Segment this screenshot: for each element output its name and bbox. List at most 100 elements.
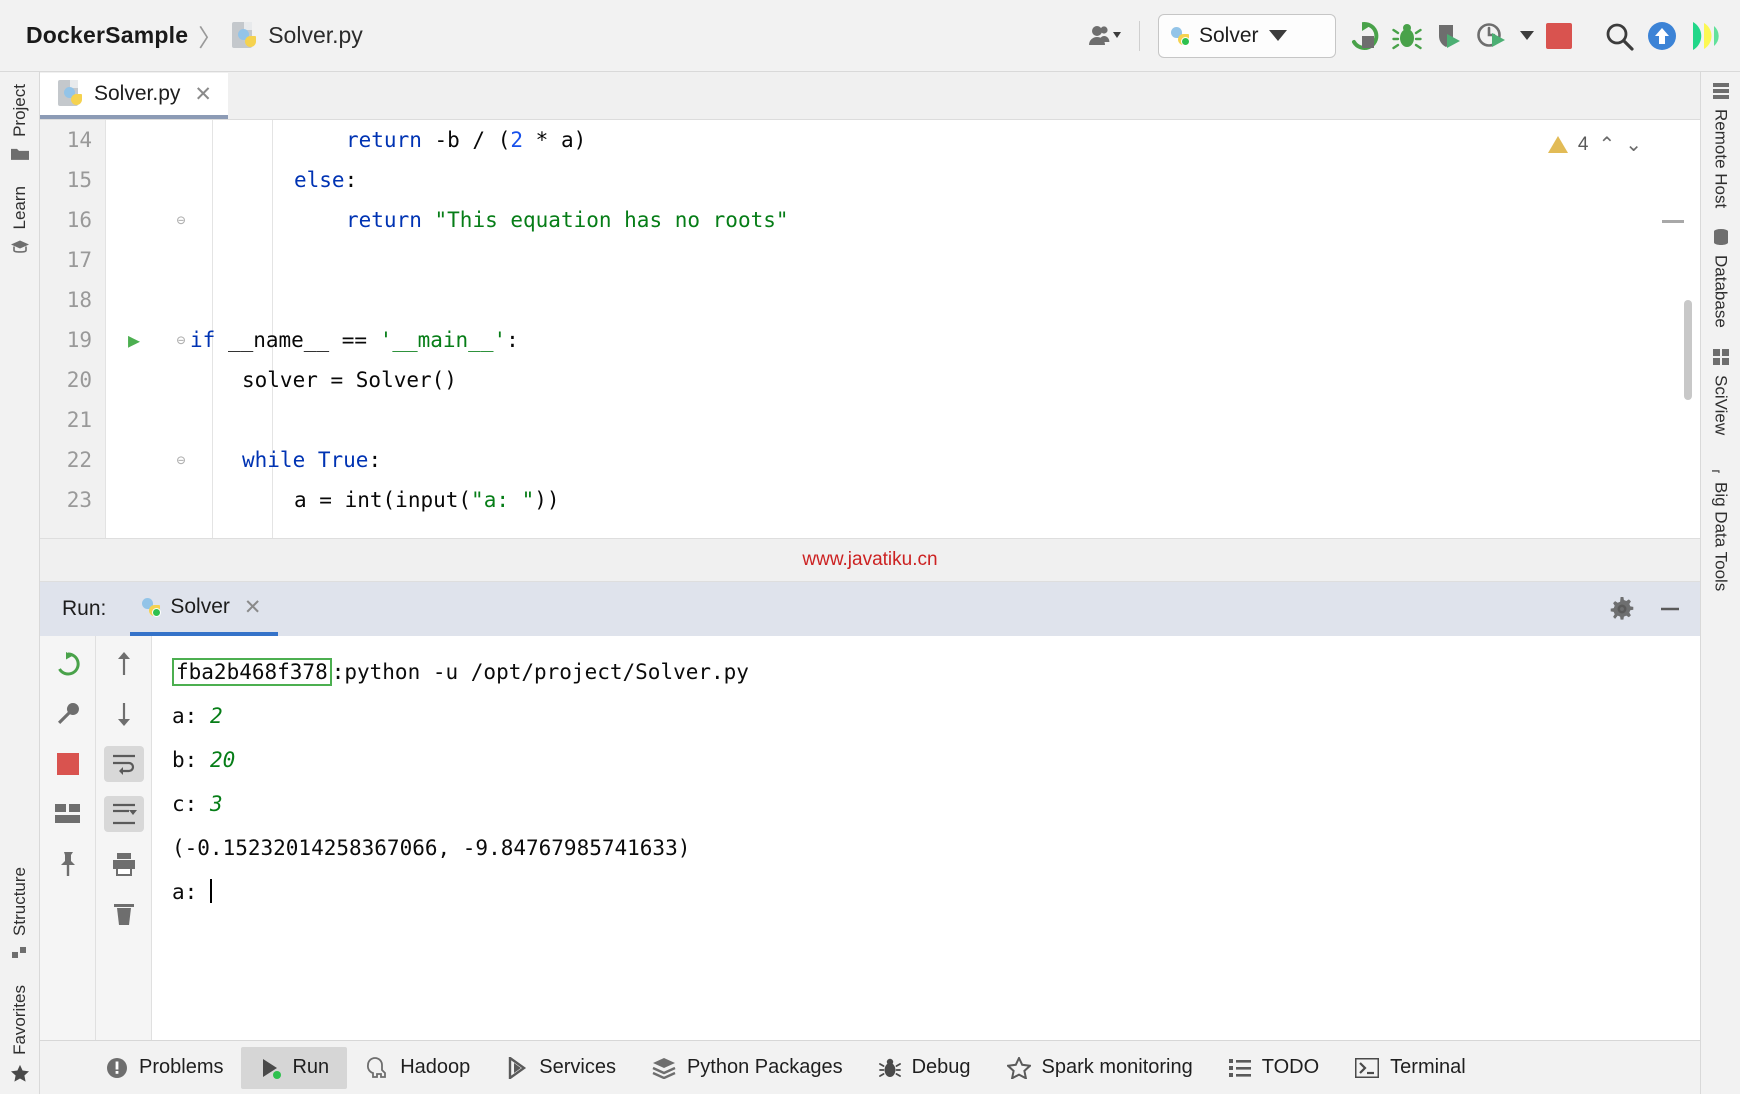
editor-tab-label: Solver.py [94, 82, 180, 106]
print-button[interactable] [104, 846, 144, 882]
chevron-up-icon[interactable]: ⌃ [1598, 132, 1615, 157]
down-stack-button[interactable] [104, 696, 144, 732]
run-settings-button[interactable] [1608, 595, 1636, 623]
close-icon[interactable]: ✕ [240, 595, 266, 620]
code-line[interactable]: 17 [40, 240, 1700, 280]
minimize-button[interactable] [1656, 595, 1684, 623]
editor-tab-strip: Solver.py ✕ [40, 72, 1700, 120]
update-project-button[interactable] [1646, 20, 1678, 52]
sidebar-item-database[interactable]: Database [1711, 228, 1731, 328]
chevron-down-icon[interactable] [1269, 30, 1287, 41]
settings-wrench-button[interactable] [48, 696, 88, 732]
bottom-tab-todo[interactable]: TODO [1211, 1047, 1337, 1089]
rerun-arrow-icon [55, 651, 81, 677]
editor-tab-solver[interactable]: Solver.py ✕ [40, 73, 228, 119]
up-stack-button[interactable] [104, 646, 144, 682]
bottom-tab-run[interactable]: Run [241, 1047, 347, 1089]
stop-button[interactable] [48, 746, 88, 782]
debug-button[interactable] [1392, 21, 1422, 51]
sidebar-item-favorites[interactable]: Favorites [10, 981, 30, 1086]
pin-button[interactable] [48, 846, 88, 882]
run-toolbar-right [96, 636, 152, 1040]
inspection-count: 4 [1578, 134, 1589, 156]
breadcrumb-project[interactable]: DockerSample [26, 22, 188, 49]
bottom-tab-problems[interactable]: Problems [88, 1047, 241, 1089]
bottom-tab-spark-monitoring[interactable]: Spark monitoring [989, 1047, 1211, 1089]
code-line[interactable]: 14return -b / (2 * a) [40, 120, 1700, 160]
layout-button[interactable] [48, 796, 88, 832]
run-tab-solver[interactable]: Solver ✕ [130, 582, 277, 636]
stop-button[interactable] [1546, 23, 1572, 49]
run-console-output[interactable]: fba2b468f378:python -u /opt/project/Solv… [152, 636, 1700, 1040]
bottom-tab-services[interactable]: Services [488, 1047, 634, 1089]
console-active-prompt[interactable]: a: [172, 870, 1700, 914]
inspection-widget[interactable]: 4 ⌃ ⌄ [1548, 132, 1642, 157]
soft-wrap-button[interactable] [104, 746, 144, 782]
right-tool-rail: Remote Host Database SciView D Big Data … [1700, 72, 1740, 1094]
sidebar-item-remote-host[interactable]: Remote Host [1711, 82, 1731, 208]
code-editor[interactable]: 14return -b / (2 * a)15else:16⊖return "T… [40, 120, 1700, 538]
run-with-coverage-button[interactable] [1434, 21, 1464, 51]
breadcrumb-separator: 〉 [198, 18, 222, 53]
user-account-icon[interactable] [1087, 23, 1121, 49]
code-text: else: [190, 160, 357, 200]
rerun-button[interactable] [48, 646, 88, 682]
pin-icon [56, 851, 80, 877]
database-icon [1712, 228, 1730, 246]
code-line[interactable]: 20 solver = Solver() [40, 360, 1700, 400]
code-text: if __name__ == '__main__': [190, 320, 519, 360]
fold-marker-icon[interactable]: ⊖ [172, 320, 190, 360]
sidebar-item-structure[interactable]: Structure [10, 863, 30, 965]
code-line[interactable]: 16⊖return "This equation has no roots" [40, 200, 1700, 240]
breadcrumb-file[interactable]: Solver.py [268, 22, 363, 49]
star-outline-icon [1007, 1057, 1031, 1079]
profile-dropdown[interactable] [1520, 31, 1534, 40]
line-number: 19 [40, 320, 106, 360]
bottom-tab-python-packages[interactable]: Python Packages [634, 1047, 861, 1089]
code-line[interactable]: 18 [40, 280, 1700, 320]
fold-marker-icon[interactable]: ⊖ [172, 440, 190, 480]
code-line[interactable]: 15else: [40, 160, 1700, 200]
code-line[interactable]: 23a = int(input("a: ")) [40, 480, 1700, 520]
sidebar-item-sciview[interactable]: SciView [1711, 348, 1731, 435]
search-everywhere-button[interactable] [1604, 21, 1634, 51]
console-command-line: fba2b468f378:python -u /opt/project/Solv… [172, 650, 1700, 694]
code-line[interactable]: 19 ▶ ⊖if __name__ == '__main__': [40, 320, 1700, 360]
chevron-down-icon[interactable]: ⌄ [1625, 132, 1642, 157]
console-prompt: c: [172, 792, 210, 816]
fold-marker-icon[interactable]: ⊖ [172, 200, 190, 240]
line-number: 16 [40, 200, 106, 240]
run-gutter-icon[interactable]: ▶ [128, 320, 148, 360]
bottom-tab-label: Python Packages [687, 1056, 843, 1079]
stop-square-icon [1546, 23, 1572, 49]
profile-button[interactable] [1476, 21, 1508, 51]
run-configuration-selector[interactable]: Solver [1158, 14, 1336, 58]
close-icon[interactable]: ✕ [190, 82, 216, 107]
sidebar-item-learn[interactable]: Learn [10, 182, 30, 258]
console-prompt: a: [172, 704, 210, 728]
line-number: 17 [40, 240, 106, 280]
line-number: 22 [40, 440, 106, 480]
line-number: 20 [40, 360, 106, 400]
toolbar-divider [1139, 21, 1140, 51]
minimize-icon [1656, 595, 1684, 623]
bottom-tab-terminal[interactable]: Terminal [1337, 1047, 1484, 1089]
scroll-to-end-button[interactable] [104, 796, 144, 832]
sidebar-item-big-data-tools[interactable]: D Big Data Tools [1711, 455, 1731, 591]
printer-icon [111, 852, 137, 876]
clear-all-button[interactable] [104, 896, 144, 932]
bottom-tab-debug[interactable]: Debug [861, 1047, 989, 1089]
sidebar-item-label: Favorites [10, 985, 30, 1055]
run-button[interactable] [1348, 20, 1380, 52]
bottom-tab-hadoop[interactable]: Hadoop [347, 1047, 488, 1089]
code-text: solver = Solver() [190, 360, 457, 400]
pycharm-logo-icon[interactable] [1690, 20, 1724, 52]
sidebar-item-project[interactable]: Project [10, 80, 30, 166]
code-line[interactable]: 21 [40, 400, 1700, 440]
sidebar-item-label: Big Data Tools [1711, 482, 1731, 591]
left-rail-top-group: Project Learn [0, 80, 39, 258]
line-number: 14 [40, 120, 106, 160]
body-row: Project Learn Structure [0, 72, 1740, 1094]
code-line[interactable]: 22⊖while True: [40, 440, 1700, 480]
editor-scrollbar[interactable] [1684, 300, 1692, 400]
